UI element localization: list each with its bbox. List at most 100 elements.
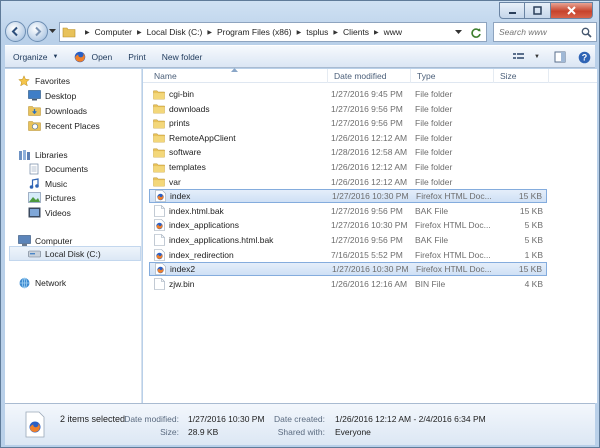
navigation-pane: Favorites Desktop Downloads Recent Place… (5, 69, 142, 403)
breadcrumb-separator-icon[interactable]: ▶ (374, 29, 379, 36)
sidebar-item-label: Documents (45, 163, 88, 174)
breadcrumb-item[interactable]: Computer (95, 27, 132, 37)
change-view-icon[interactable] (512, 51, 526, 63)
file-row[interactable]: cgi-bin 1/27/2016 9:45 PM File folder (149, 87, 547, 101)
tree-network[interactable]: Network (17, 275, 137, 290)
file-size: 15 KB (519, 205, 543, 216)
file-date: 1/27/2016 9:56 PM (331, 205, 403, 216)
tree-libraries[interactable]: Libraries (17, 147, 137, 162)
refresh-button[interactable] (469, 26, 483, 40)
close-button[interactable] (551, 2, 593, 19)
file-row[interactable]: prints 1/27/2016 9:56 PM File folder (149, 116, 547, 130)
file-row[interactable]: templates 1/26/2016 12:12 AM File folder (149, 160, 547, 174)
view-dropdown-icon[interactable]: ▼ (534, 54, 540, 60)
file-row[interactable]: index.html.bak 1/27/2016 9:56 PM BAK File 1… (149, 204, 547, 218)
preview-pane-icon[interactable] (554, 51, 566, 63)
breadcrumb-separator-icon[interactable]: ▶ (297, 29, 302, 36)
computer-icon (17, 234, 31, 247)
file-row[interactable]: index 1/27/2016 10:30 PM Firefox HTML Doc.… (149, 189, 547, 204)
folder-icon (153, 132, 165, 144)
sidebar-item-pictures[interactable]: Pictures (27, 190, 137, 205)
firefox-document-icon (153, 248, 165, 261)
maximize-button[interactable] (525, 2, 551, 19)
blank-file-icon (153, 277, 165, 290)
organize-label: Organize (13, 51, 48, 62)
breadcrumb-separator-icon[interactable]: ▶ (207, 29, 212, 36)
shared-with-value: Everyone (335, 427, 371, 437)
size-value: 28.9 KB (188, 427, 219, 437)
back-button[interactable] (5, 21, 26, 42)
help-icon[interactable]: ? (578, 51, 591, 64)
file-name-cell: cgi-bin (153, 88, 194, 100)
maximize-icon (533, 6, 542, 15)
print-button[interactable]: Print (120, 46, 153, 67)
date-created-value: 1/26/2016 12:12 AM - 2/4/2016 6:34 PM (335, 414, 486, 424)
file-name-cell: index2 (154, 263, 195, 275)
file-name-cell: var (153, 176, 181, 188)
new-folder-button[interactable]: New folder (154, 46, 211, 67)
column-header-type[interactable]: Type (411, 69, 494, 83)
search-icon[interactable] (581, 27, 592, 38)
column-name-label: Name (154, 71, 177, 81)
column-header-name[interactable]: Name (148, 69, 328, 83)
file-name: templates (169, 162, 206, 172)
file-row[interactable]: RemoteAppClient 1/26/2016 12:12 AM File fo… (149, 131, 547, 145)
breadcrumb-separator-icon[interactable]: ▶ (137, 29, 142, 36)
address-bar[interactable]: ▶ Computer ▶ Local Disk (C:) ▶ Program Files… (59, 22, 487, 42)
file-name-cell: index_applications (153, 219, 239, 232)
file-row[interactable]: index_applications 1/27/2016 10:30 PM Fire… (149, 218, 547, 232)
file-date: 1/28/2016 12:58 AM (331, 147, 408, 158)
sidebar-item-videos[interactable]: Videos (27, 205, 137, 220)
sidebar-item-downloads[interactable]: Downloads (27, 103, 137, 118)
breadcrumb-item[interactable]: Program Files (x86) (217, 27, 292, 37)
column-header-date[interactable]: Date modified (328, 69, 411, 83)
file-size: 5 KB (524, 235, 543, 245)
tree-label: Libraries (35, 149, 68, 160)
open-button[interactable]: Open (66, 46, 120, 67)
file-date: 1/27/2016 9:56 PM (331, 118, 403, 129)
minimize-button[interactable] (499, 2, 525, 19)
file-name: prints (169, 118, 190, 129)
breadcrumb-item[interactable]: tsplus (306, 27, 328, 37)
breadcrumb: Computer ▶ Local Disk (C:) ▶ Program Files (… (95, 27, 402, 37)
file-name-cell: templates (153, 161, 206, 173)
search-input[interactable] (494, 27, 578, 37)
organize-button[interactable]: Organize ▼ (5, 46, 66, 67)
recent-pages-dropdown[interactable] (49, 28, 56, 34)
file-row[interactable]: index2 1/27/2016 10:30 PM Firefox HTML Doc… (149, 262, 547, 277)
breadcrumb-separator-icon[interactable]: ▶ (333, 29, 338, 36)
file-row[interactable]: var 1/26/2016 12:12 AM File folder (149, 175, 547, 189)
file-size: 15 KB (518, 191, 542, 202)
forward-button[interactable] (27, 21, 48, 42)
file-row[interactable]: software 1/28/2016 12:58 AM File folder (149, 145, 547, 159)
search-box[interactable] (493, 22, 597, 42)
firefox-document-icon (154, 263, 166, 275)
window-controls (499, 2, 593, 19)
sidebar-item-documents[interactable]: Documents (27, 161, 137, 176)
file-row[interactable]: index_redirection 7/16/2015 5:52 PM Firefo… (149, 248, 547, 262)
file-type: Firefox HTML Doc... (415, 220, 491, 231)
file-date: 1/27/2016 9:56 PM (331, 235, 403, 245)
sidebar-item-label: Downloads (45, 105, 88, 116)
column-header-size[interactable]: Size (494, 69, 549, 83)
tree-favorites[interactable]: Favorites (17, 73, 137, 88)
file-row[interactable]: zjw.bin 1/26/2016 12:16 AM BIN File 4 KB (149, 277, 547, 291)
sidebar-item-music[interactable]: Music (27, 176, 137, 191)
firefox-icon (75, 51, 86, 62)
sidebar-item-recent-places[interactable]: Recent Places (27, 118, 137, 133)
address-dropdown-icon[interactable] (455, 29, 462, 35)
breadcrumb-item[interactable]: Clients (343, 27, 369, 37)
file-date: 1/26/2016 12:12 AM (331, 132, 408, 143)
breadcrumb-item[interactable]: Local Disk (C:) (147, 27, 203, 37)
sidebar-item-label: Local Disk (C:) (45, 248, 101, 259)
breadcrumb-item[interactable]: www (384, 27, 402, 37)
file-row[interactable]: index_applications.html.bak 1/27/2016 9:5… (149, 233, 547, 247)
firefox-document-icon (154, 190, 166, 202)
sidebar-item-desktop[interactable]: Desktop (27, 88, 137, 103)
file-date: 1/26/2016 12:12 AM (331, 162, 408, 172)
breadcrumb-separator-icon[interactable]: ▶ (85, 29, 90, 36)
downloads-folder-icon (27, 105, 41, 117)
sidebar-item-local-disk[interactable]: Local Disk (C:) (9, 246, 141, 261)
file-row[interactable]: downloads 1/27/2016 9:56 PM File folder (149, 102, 547, 116)
column-type-label: Type (417, 71, 436, 81)
